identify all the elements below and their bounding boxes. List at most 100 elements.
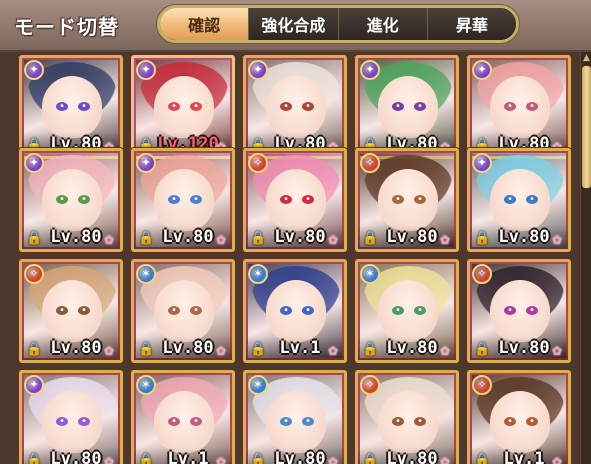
dark-element-icon: ✦: [248, 60, 268, 80]
lock-icon: 🔒: [474, 453, 491, 464]
character-card[interactable]: ✦ Lv.80 🔒 ✿: [243, 55, 347, 159]
character-card[interactable]: ✶ Lv.1 🔒 ✿: [131, 370, 235, 464]
character-eye: [526, 306, 538, 315]
character-card[interactable]: ✧ Lv.80 🔒 ✿: [467, 259, 571, 363]
character-card[interactable]: ✧ Lv.1 🔒 ✿: [467, 370, 571, 464]
character-card[interactable]: ✧ Lv.80 🔒 ✿: [19, 259, 123, 363]
lock-icon: 🔒: [250, 342, 267, 357]
character-card[interactable]: ✦ Lv.80 🔒 ✿: [355, 55, 459, 159]
character-card[interactable]: ✧ Lv.80 🔒 ✿: [355, 370, 459, 464]
flower-icon: ✿: [552, 344, 563, 358]
character-face: [154, 391, 214, 453]
dark-element-icon: ✦: [360, 60, 380, 80]
character-card[interactable]: ✶ Lv.80 🔒 ✿: [355, 259, 459, 363]
character-eye: [190, 195, 202, 204]
character-face: [266, 76, 326, 138]
character-eye: [56, 306, 68, 315]
fire-element-icon: ✧: [472, 375, 492, 395]
character-eye: [526, 195, 538, 204]
water-element-icon: ✶: [248, 375, 268, 395]
tab-sublimate[interactable]: 昇華: [427, 8, 516, 40]
character-eye: [190, 102, 202, 111]
character-eye: [504, 417, 516, 426]
character-eye: [190, 417, 202, 426]
mode-header: モード切替 確認 強化合成 進化 昇華: [0, 0, 591, 52]
character-eye: [504, 306, 516, 315]
fire-element-icon: ✧: [472, 264, 492, 284]
character-eye: [78, 195, 90, 204]
character-card[interactable]: ✦ Lv.80 🔒 ✿: [131, 148, 235, 252]
character-card[interactable]: ✧ Lv.80 🔒 ✿: [243, 148, 347, 252]
character-face: [378, 391, 438, 453]
mode-tabbar: 確認 強化合成 進化 昇華: [157, 5, 519, 43]
flower-icon: ✿: [104, 233, 115, 247]
flower-icon: ✿: [440, 455, 451, 464]
character-eye: [168, 417, 180, 426]
character-face: [378, 169, 438, 231]
dark-element-icon: ✦: [24, 153, 44, 173]
character-face: [42, 169, 102, 231]
character-eye: [526, 102, 538, 111]
water-element-icon: ✶: [136, 264, 156, 284]
character-eye: [414, 306, 426, 315]
character-card[interactable]: ✦ Lv.80 🔒 ✿: [19, 370, 123, 464]
character-card[interactable]: ✶ Lv.1 🔒 ✿: [243, 259, 347, 363]
character-card[interactable]: ✦ Lv.80 🔒 ✿: [19, 148, 123, 252]
lock-icon: 🔒: [138, 231, 155, 246]
dark-element-icon: ✦: [24, 375, 44, 395]
character-card[interactable]: ✦ Lv.80 🔒 ✿: [467, 148, 571, 252]
character-eye: [392, 306, 404, 315]
flower-icon: ✿: [216, 233, 227, 247]
scroll-thumb[interactable]: [582, 66, 591, 188]
flower-icon: ✿: [552, 233, 563, 247]
character-face: [154, 280, 214, 342]
dark-element-icon: ✦: [136, 153, 156, 173]
flower-icon: ✿: [552, 455, 563, 464]
character-eye: [414, 417, 426, 426]
character-card[interactable]: ✧ Lv.80 🔒 ✿: [355, 148, 459, 252]
character-face: [378, 280, 438, 342]
lock-icon: 🔒: [26, 342, 43, 357]
character-face: [154, 76, 214, 138]
character-eye: [414, 102, 426, 111]
character-eye: [392, 195, 404, 204]
character-eye: [78, 102, 90, 111]
character-card[interactable]: ✦ Lv.80 🔒 ✿: [19, 55, 123, 159]
character-eye: [302, 195, 314, 204]
fire-element-icon: ✧: [24, 264, 44, 284]
fire-element-icon: ✧: [360, 153, 380, 173]
dark-element-icon: ✦: [24, 60, 44, 80]
water-element-icon: ✶: [360, 264, 380, 284]
fire-element-icon: ✧: [248, 153, 268, 173]
character-card[interactable]: ✶ Lv.80 🔒 ✿: [243, 370, 347, 464]
lock-icon: 🔒: [474, 342, 491, 357]
dark-element-icon: ✦: [472, 153, 492, 173]
scrollbar[interactable]: ▲: [580, 52, 591, 464]
character-eye: [280, 195, 292, 204]
character-card[interactable]: ✶ Lv.80 🔒 ✿: [131, 259, 235, 363]
flower-icon: ✿: [104, 455, 115, 464]
character-face: [266, 169, 326, 231]
character-card[interactable]: ✦ Lv.120 🔒 ✿: [131, 55, 235, 159]
character-eye: [414, 195, 426, 204]
tab-enhance-fusion[interactable]: 強化合成: [249, 8, 339, 40]
lock-icon: 🔒: [138, 453, 155, 464]
lock-icon: 🔒: [138, 342, 155, 357]
tab-evolve[interactable]: 進化: [338, 8, 428, 40]
character-eye: [280, 102, 292, 111]
character-eye: [504, 195, 516, 204]
character-eye: [392, 417, 404, 426]
fire-element-icon: ✧: [360, 375, 380, 395]
character-face: [490, 76, 550, 138]
tab-confirm[interactable]: 確認: [160, 8, 250, 40]
character-eye: [78, 306, 90, 315]
flower-icon: ✿: [440, 233, 451, 247]
character-face: [42, 391, 102, 453]
character-eye: [302, 417, 314, 426]
character-face: [266, 391, 326, 453]
lock-icon: 🔒: [362, 453, 379, 464]
character-card[interactable]: ✦ Lv.80 🔒 ✿: [467, 55, 571, 159]
lock-icon: 🔒: [474, 231, 491, 246]
scroll-up-arrow-icon[interactable]: ▲: [581, 52, 591, 64]
character-eye: [168, 195, 180, 204]
